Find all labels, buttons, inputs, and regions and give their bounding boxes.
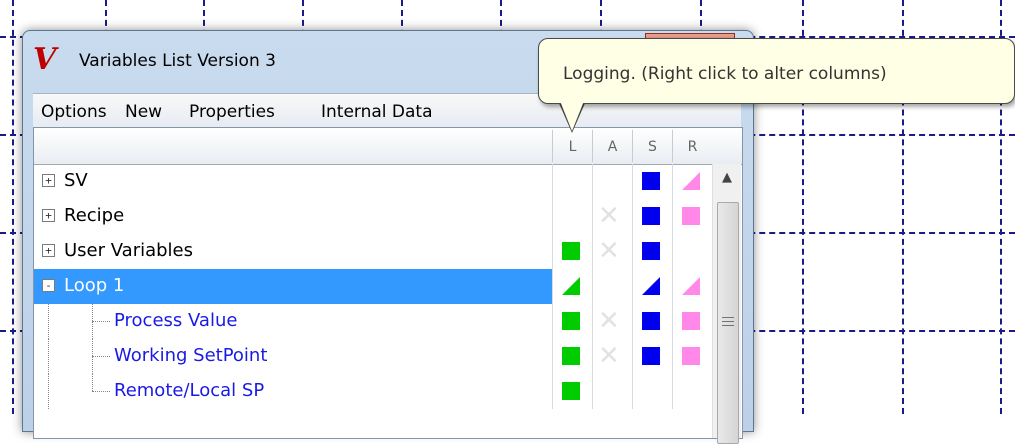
disabled-x-icon: ✕ xyxy=(598,236,620,266)
disabled-x-icon: ✕ xyxy=(598,306,620,336)
tree-connector-line xyxy=(48,304,49,339)
state-square-icon xyxy=(682,207,700,225)
menu-properties[interactable]: Properties xyxy=(189,102,275,122)
cell-l[interactable] xyxy=(552,339,592,374)
cell-r[interactable] xyxy=(672,304,712,339)
tree-branch-line xyxy=(92,356,110,357)
menu-new[interactable]: New xyxy=(125,102,162,122)
tree-row[interactable]: Remote/Local SP xyxy=(34,374,742,409)
tree-connector-line xyxy=(48,374,49,409)
disabled-x-icon: ✕ xyxy=(598,341,620,371)
tree-row[interactable]: Process Value ✕ xyxy=(34,304,742,339)
tree-branch-line xyxy=(92,391,110,392)
tree-row[interactable]: + Recipe ✕ xyxy=(34,199,742,234)
partial-state-triangle-icon xyxy=(682,277,700,295)
cell-s[interactable] xyxy=(632,164,672,199)
cell-a[interactable]: ✕ xyxy=(592,199,632,234)
state-square-icon xyxy=(682,312,700,330)
partial-state-triangle-icon xyxy=(682,172,700,190)
cell-l[interactable] xyxy=(552,304,592,339)
tree-connector-line xyxy=(92,304,93,339)
row-label: Recipe xyxy=(64,205,125,226)
window-title: Variables List Version 3 xyxy=(79,51,276,71)
row-label: User Variables xyxy=(64,240,194,261)
tree-branch-line xyxy=(92,321,110,322)
state-square-icon xyxy=(682,347,700,365)
app-logo-icon: V xyxy=(33,42,57,77)
cell-a[interactable]: ✕ xyxy=(592,304,632,339)
expand-icon[interactable]: + xyxy=(42,244,55,257)
row-label: Working SetPoint xyxy=(114,345,268,366)
cell-s[interactable] xyxy=(632,234,672,269)
tree-row[interactable]: + SV xyxy=(34,164,742,199)
cell-a[interactable]: ✕ xyxy=(592,234,632,269)
cell-s[interactable] xyxy=(632,269,672,304)
cell-l[interactable] xyxy=(552,374,592,409)
cell-l[interactable] xyxy=(552,269,592,304)
state-square-icon xyxy=(562,242,580,260)
cell-l[interactable] xyxy=(552,164,592,199)
cell-l[interactable] xyxy=(552,199,592,234)
scroll-thumb[interactable]: ― ― ― xyxy=(717,202,739,444)
cell-r[interactable] xyxy=(672,339,712,374)
row-label: Process Value xyxy=(114,310,238,331)
cell-r[interactable] xyxy=(672,234,712,269)
variables-tree-panel: L A S R + SV + Recipe ✕ + User Variables ✕ - Loop… xyxy=(33,127,743,444)
menu-options[interactable]: Options xyxy=(41,102,107,122)
row-label: Loop 1 xyxy=(64,275,125,296)
tree-connector-line xyxy=(92,374,93,391)
grid-vline xyxy=(12,0,14,414)
menu-internal-data[interactable]: Internal Data xyxy=(321,102,433,122)
cell-r[interactable] xyxy=(672,199,712,234)
partial-state-triangle-icon xyxy=(562,277,580,295)
expand-icon[interactable]: + xyxy=(42,174,55,187)
state-square-icon xyxy=(562,382,580,400)
column-header-logging[interactable]: L xyxy=(552,130,592,162)
tree-row[interactable]: + User Variables ✕ xyxy=(34,234,742,269)
cell-r[interactable] xyxy=(672,269,712,304)
column-header-bar: L A S R xyxy=(34,128,742,165)
state-square-icon xyxy=(642,207,660,225)
tooltip: Logging. (Right click to alter columns) xyxy=(538,38,1015,104)
row-area[interactable] xyxy=(34,164,552,199)
cell-s[interactable] xyxy=(632,339,672,374)
state-square-icon xyxy=(642,242,660,260)
column-header-r[interactable]: R xyxy=(672,130,712,162)
tree-row[interactable]: - Loop 1 xyxy=(34,269,742,304)
tooltip-tail xyxy=(560,101,584,131)
column-header-alarm[interactable]: A xyxy=(592,130,632,162)
row-area[interactable] xyxy=(34,374,552,409)
cell-s[interactable] xyxy=(632,304,672,339)
cell-a[interactable] xyxy=(592,374,632,409)
row-area[interactable] xyxy=(34,339,552,374)
state-square-icon xyxy=(642,312,660,330)
tree-row[interactable]: Working SetPoint ✕ xyxy=(34,339,742,374)
cell-s[interactable] xyxy=(632,374,672,409)
row-label: SV xyxy=(64,170,88,191)
state-square-icon xyxy=(642,347,660,365)
cell-r[interactable] xyxy=(672,374,712,409)
state-square-icon xyxy=(642,172,660,190)
tree-connector-line xyxy=(92,339,93,374)
tooltip-text: Logging. (Right click to alter columns) xyxy=(563,64,887,84)
row-area[interactable] xyxy=(34,304,552,339)
cell-a[interactable]: ✕ xyxy=(592,339,632,374)
cell-r[interactable] xyxy=(672,164,712,199)
expand-icon[interactable]: + xyxy=(42,209,55,222)
scroll-grip-icon: ― ― ― xyxy=(722,310,734,332)
cell-s[interactable] xyxy=(632,199,672,234)
cell-a[interactable] xyxy=(592,164,632,199)
state-square-icon xyxy=(562,347,580,365)
partial-state-triangle-icon xyxy=(642,277,660,295)
row-label: Remote/Local SP xyxy=(114,380,265,401)
cell-a[interactable] xyxy=(592,269,632,304)
disabled-x-icon: ✕ xyxy=(598,201,620,231)
cell-l[interactable] xyxy=(552,234,592,269)
column-header-s[interactable]: S xyxy=(632,130,672,162)
tree-connector-line xyxy=(48,339,49,374)
vertical-scrollbar[interactable]: ▲ ― ― ― xyxy=(712,164,741,444)
state-square-icon xyxy=(562,312,580,330)
collapse-icon[interactable]: - xyxy=(42,279,55,292)
scroll-up-arrow-icon[interactable]: ▲ xyxy=(713,164,741,192)
